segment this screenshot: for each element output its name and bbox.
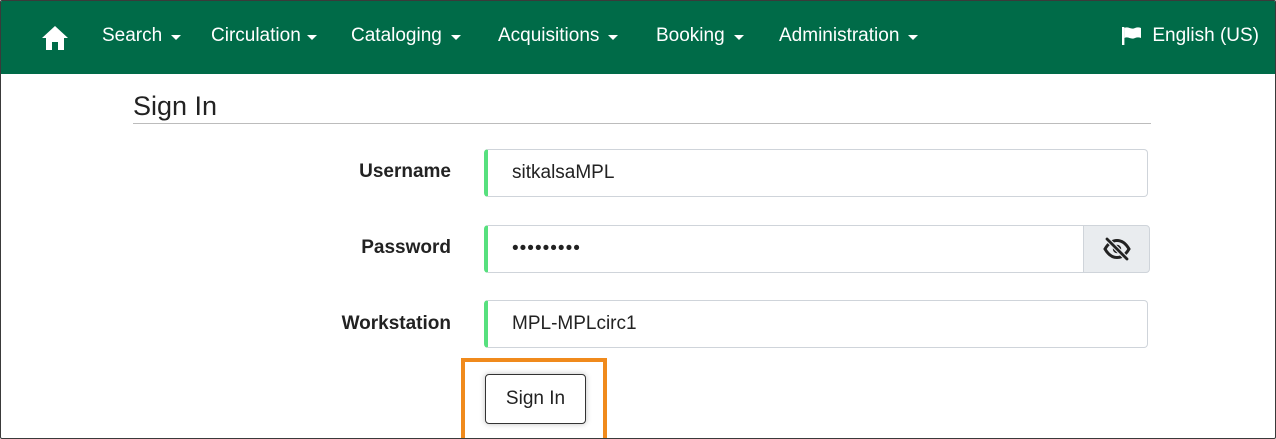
password-input[interactable] <box>484 225 1083 273</box>
title-divider <box>133 123 1151 124</box>
caret-down-icon <box>608 34 619 40</box>
caret-down-icon <box>306 34 317 40</box>
home-icon[interactable] <box>41 25 69 51</box>
password-field-group <box>484 225 1150 273</box>
top-navbar: Search Circulation Cataloging Acquisitio… <box>1 1 1275 74</box>
caret-down-icon <box>450 34 461 40</box>
nav-menu-acquisitions-label: Acquisitions <box>498 25 600 46</box>
flag-icon <box>1122 27 1142 45</box>
nav-menu-cataloging[interactable]: Cataloging <box>351 25 461 47</box>
language-selector[interactable]: English (US) <box>1121 25 1259 47</box>
nav-menu-search[interactable]: Search <box>102 25 182 47</box>
nav-menu-circulation[interactable]: Circulation <box>211 25 317 47</box>
nav-menu-cataloging-label: Cataloging <box>351 25 442 46</box>
nav-menu-acquisitions[interactable]: Acquisitions <box>498 25 619 47</box>
password-label: Password <box>361 237 451 258</box>
username-label: Username <box>359 161 451 182</box>
caret-down-icon <box>908 34 919 40</box>
page-title: Sign In <box>133 91 218 121</box>
nav-menu-administration[interactable]: Administration <box>779 25 919 47</box>
sign-in-button[interactable]: Sign In <box>485 374 586 424</box>
application-window: Search Circulation Cataloging Acquisitio… <box>0 0 1276 439</box>
caret-down-icon <box>733 34 744 40</box>
workstation-input[interactable] <box>484 300 1148 348</box>
language-label: English (US) <box>1152 25 1259 46</box>
workstation-label: Workstation <box>341 313 451 334</box>
eye-slash-icon <box>1102 237 1131 261</box>
nav-menu-booking-label: Booking <box>656 25 725 46</box>
nav-menu-search-label: Search <box>102 25 163 46</box>
username-input[interactable] <box>484 149 1148 197</box>
toggle-password-visibility-button[interactable] <box>1083 225 1150 273</box>
nav-menu-administration-label: Administration <box>779 25 900 46</box>
nav-menu-circulation-label: Circulation <box>211 25 301 46</box>
nav-menu-booking[interactable]: Booking <box>656 25 744 47</box>
caret-down-icon <box>171 34 182 40</box>
